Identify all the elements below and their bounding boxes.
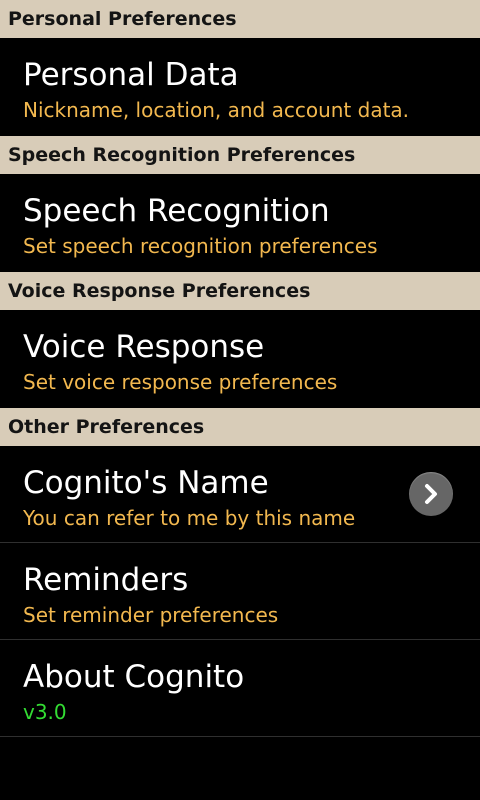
pref-summary: Set speech recognition preferences [23,234,378,258]
section-header-speech-recognition: Speech Recognition Preferences [0,136,480,174]
section-header-voice-response: Voice Response Preferences [0,272,480,310]
pref-item-cognitos-name[interactable]: Cognito's Name You can refer to me by th… [0,446,480,543]
section-header-other: Other Preferences [0,408,480,446]
pref-summary: Set reminder preferences [23,603,279,627]
pref-item-speech-recognition[interactable]: Speech Recognition Set speech recognitio… [0,174,480,272]
preferences-screen: Personal Preferences Personal Data Nickn… [0,0,480,800]
pref-title: Personal Data [23,57,239,93]
pref-title: Voice Response [23,329,265,365]
pref-summary: Set voice response preferences [23,370,338,394]
pref-summary: You can refer to me by this name [23,506,356,530]
pref-item-personal-data[interactable]: Personal Data Nickname, location, and ac… [0,38,480,136]
pref-title: Reminders [23,562,189,598]
section-header-personal: Personal Preferences [0,0,480,38]
pref-title: About Cognito [23,659,245,695]
version-label: v3.0 [23,700,67,724]
pref-item-about-cognito[interactable]: About Cognito v3.0 [0,640,480,737]
pref-title: Speech Recognition [23,193,330,229]
pref-item-reminders[interactable]: Reminders Set reminder preferences [0,543,480,640]
pref-item-voice-response[interactable]: Voice Response Set voice response prefer… [0,310,480,408]
pref-summary: Nickname, location, and account data. [23,98,410,122]
chevron-right-icon[interactable] [409,472,453,516]
